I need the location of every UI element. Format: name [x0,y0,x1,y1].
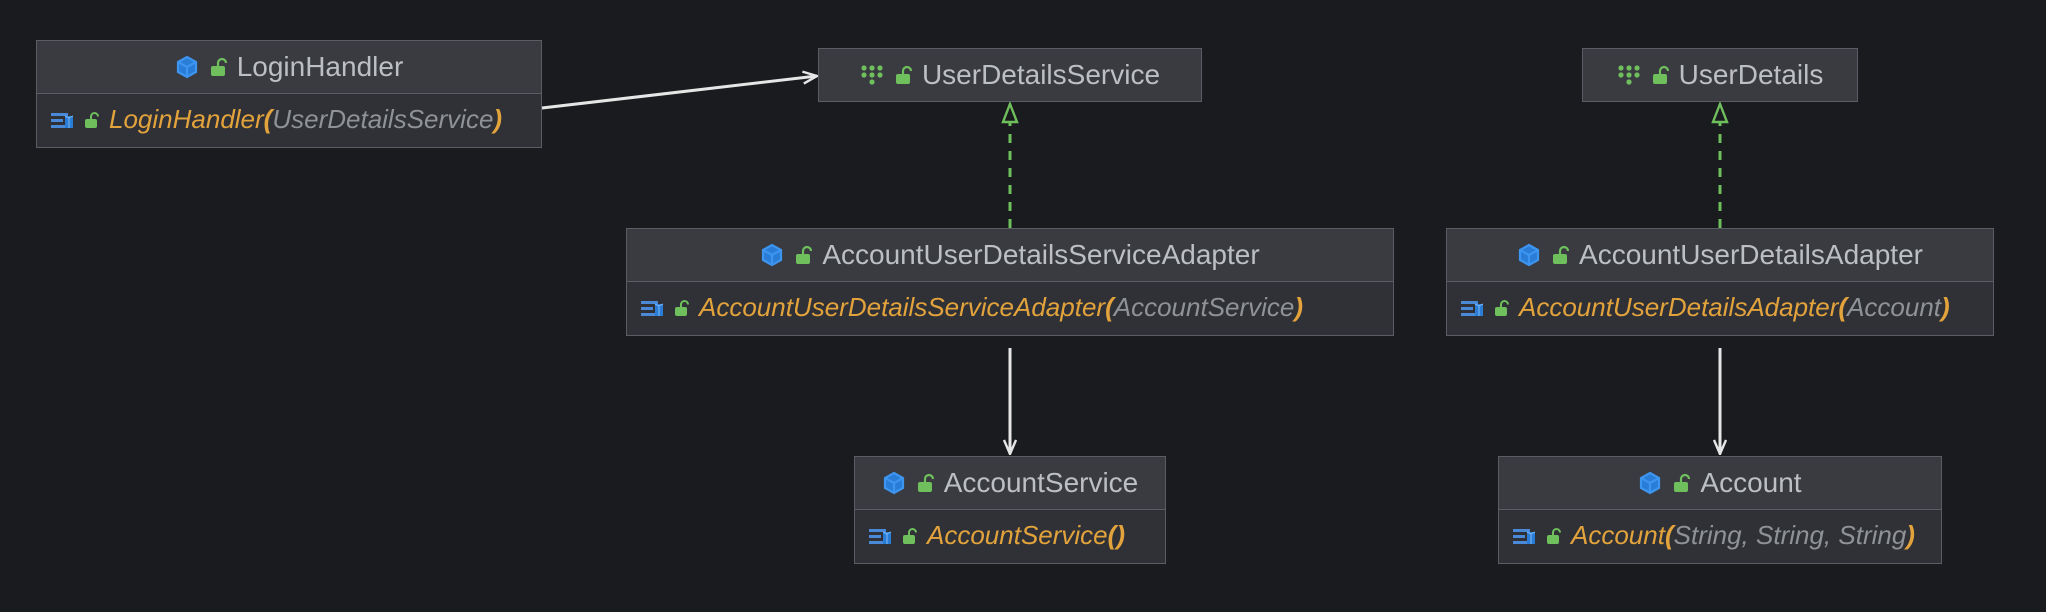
unlock-icon [916,473,934,493]
node-title: LoginHandler [237,51,404,83]
edge-login-to-userdetailsservice [542,76,817,108]
title-bar: Account [1499,457,1941,510]
constructor-signature: AccountUserDetailsServiceAdapter(Account… [699,292,1303,323]
param: UserDetailsService [272,104,493,134]
class-icon [760,243,784,267]
node-title: UserDetails [1679,59,1824,91]
member-row[interactable]: AccountService() [855,510,1165,563]
method-icon [641,299,663,317]
node-account-service[interactable]: AccountService AccountService() [854,456,1166,564]
param: String [1756,520,1824,550]
close-paren: ) [493,104,502,134]
class-icon [1517,243,1541,267]
constructor-signature: AccountUserDetailsAdapter(Account) [1519,292,1950,323]
unlock-icon [209,57,227,77]
node-user-details[interactable]: UserDetails [1582,48,1858,102]
node-account-userdetails-service-adapter[interactable]: AccountUserDetailsServiceAdapter Account… [626,228,1394,336]
interface-icon [1617,64,1641,86]
node-account[interactable]: Account Account(String, String, String) [1498,456,1942,564]
ctor-name: Account [1571,520,1665,550]
constructor-signature: LoginHandler(UserDetailsService) [109,104,502,135]
title-bar: UserDetailsService [819,49,1201,101]
class-icon [1638,471,1662,495]
close-paren: ) [1116,520,1125,550]
close-paren: ) [1294,292,1303,322]
title-bar: LoginHandler [37,41,541,94]
member-row[interactable]: Account(String, String, String) [1499,510,1941,563]
method-icon [1461,299,1483,317]
ctor-name: LoginHandler [109,104,264,134]
member-row[interactable]: AccountUserDetailsAdapter(Account) [1447,282,1993,335]
method-icon [51,111,73,129]
unlock-icon [901,527,917,545]
title-bar: UserDetails [1583,49,1857,101]
unlock-icon [83,111,99,129]
sep: , [1824,520,1838,550]
class-icon [175,55,199,79]
unlock-icon [1651,65,1669,85]
node-user-details-service[interactable]: UserDetailsService [818,48,1202,102]
unlock-icon [794,245,812,265]
node-account-userdetails-adapter[interactable]: AccountUserDetailsAdapter AccountUserDet… [1446,228,1994,336]
member-row[interactable]: LoginHandler(UserDetailsService) [37,94,541,147]
unlock-icon [1493,299,1509,317]
class-icon [882,471,906,495]
title-bar: AccountUserDetailsAdapter [1447,229,1993,282]
ctor-name: AccountUserDetailsAdapter [1519,292,1838,322]
open-paren: ( [1838,292,1847,322]
param: String [1838,520,1906,550]
unlock-icon [1672,473,1690,493]
title-bar: AccountUserDetailsServiceAdapter [627,229,1393,282]
close-paren: ) [1906,520,1915,550]
method-icon [1513,527,1535,545]
unlock-icon [673,299,689,317]
title-bar: AccountService [855,457,1165,510]
node-login-handler[interactable]: LoginHandler LoginHandler(UserDetailsSer… [36,40,542,148]
param: String [1674,520,1742,550]
node-title: UserDetailsService [922,59,1160,91]
unlock-icon [894,65,912,85]
node-title: AccountService [944,467,1139,499]
node-title: Account [1700,467,1801,499]
ctor-name: AccountService [927,520,1108,550]
method-icon [869,527,891,545]
node-title: AccountUserDetailsServiceAdapter [822,239,1259,271]
member-row[interactable]: AccountUserDetailsServiceAdapter(Account… [627,282,1393,335]
sep: , [1742,520,1756,550]
constructor-signature: AccountService() [927,520,1125,551]
open-paren: ( [1105,292,1114,322]
open-paren: ( [1665,520,1674,550]
ctor-name: AccountUserDetailsServiceAdapter [699,292,1105,322]
param: Account [1847,292,1941,322]
constructor-signature: Account(String, String, String) [1571,520,1915,551]
unlock-icon [1545,527,1561,545]
interface-icon [860,64,884,86]
node-title: AccountUserDetailsAdapter [1579,239,1923,271]
diagram-canvas: LoginHandler LoginHandler(UserDetailsSer… [0,0,2046,612]
unlock-icon [1551,245,1569,265]
close-paren: ) [1941,292,1950,322]
param: AccountService [1114,292,1295,322]
